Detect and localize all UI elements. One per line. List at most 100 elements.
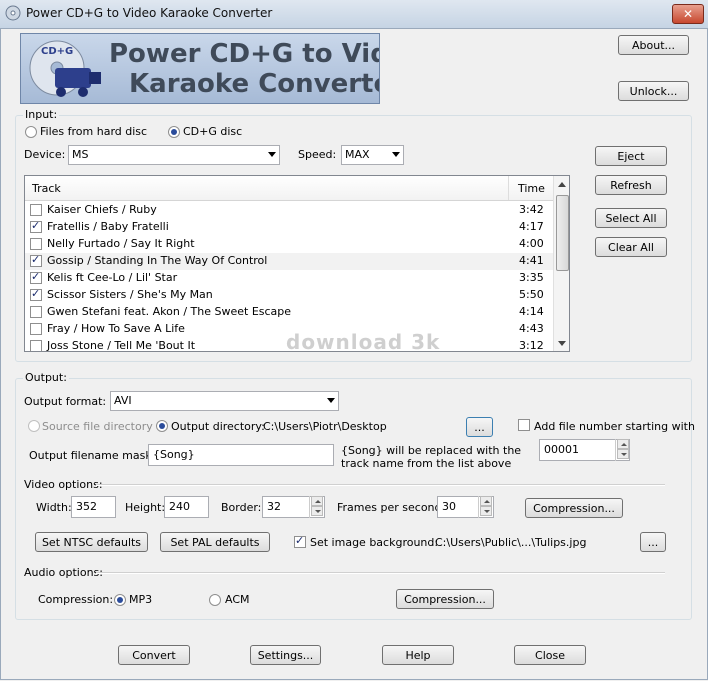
- video-compression-button[interactable]: Compression...: [525, 498, 623, 518]
- mp3-label: MP3: [129, 593, 153, 606]
- track-row[interactable]: Kelis ft Cee-Lo / Lil' Star 3:35: [25, 270, 553, 287]
- help-button[interactable]: Help: [382, 645, 454, 665]
- window-close-button[interactable]: ✕: [672, 4, 704, 24]
- pal-defaults-button[interactable]: Set PAL defaults: [160, 532, 270, 552]
- spin-up-icon[interactable]: [311, 496, 323, 506]
- convert-button[interactable]: Convert: [118, 645, 190, 665]
- fps-spinner[interactable]: [478, 496, 492, 518]
- mask-hint-line-1: {Song} will be replaced with the: [341, 444, 522, 457]
- height-field[interactable]: 240: [164, 496, 209, 518]
- ntsc-defaults-button[interactable]: Set NTSC defaults: [35, 532, 148, 552]
- mp3-radio[interactable]: [114, 594, 126, 606]
- track-row[interactable]: Gwen Stefani feat. Akon / The Sweet Esca…: [25, 304, 553, 321]
- track-name: Fratellis / Baby Fratelli: [47, 220, 169, 233]
- track-checkbox[interactable]: [30, 306, 42, 318]
- width-label: Width:: [36, 501, 72, 514]
- chevron-down-icon: [268, 152, 276, 157]
- acm-label: ACM: [225, 593, 250, 606]
- device-label: Device:: [24, 148, 66, 161]
- file-number-spinner[interactable]: [615, 439, 629, 461]
- fps-value: 30: [442, 500, 456, 513]
- browse-background-button[interactable]: ...: [640, 532, 666, 552]
- refresh-button[interactable]: Refresh: [595, 175, 667, 195]
- width-field[interactable]: 352: [71, 496, 116, 518]
- output-format-select[interactable]: AVI: [110, 391, 339, 411]
- audio-compression-label: Compression:: [38, 593, 114, 606]
- output-format-label: Output format:: [24, 395, 107, 408]
- track-row[interactable]: Nelly Furtado / Say It Right 4:00: [25, 236, 553, 253]
- scroll-thumb[interactable]: [556, 195, 569, 271]
- set-background-label: Set image background:: [310, 536, 439, 549]
- filename-mask-value: {Song}: [153, 448, 195, 461]
- clear-all-button[interactable]: Clear All: [595, 237, 667, 257]
- background-path: C:\Users\Public\...\Tulips.jpg: [435, 536, 587, 549]
- close-button[interactable]: Close: [514, 645, 586, 665]
- product-banner: CD+G Power CD+G to Video Karaoke Convert…: [20, 33, 380, 104]
- track-row[interactable]: Kaiser Chiefs / Ruby 3:42: [25, 202, 553, 219]
- eject-button[interactable]: Eject: [595, 146, 667, 166]
- track-row[interactable]: Scissor Sisters / She's My Man 5:50: [25, 287, 553, 304]
- output-dir-label: Output directory:: [171, 420, 265, 433]
- output-group-label: Output:: [23, 371, 69, 384]
- border-value: 32: [267, 500, 281, 513]
- device-select[interactable]: MS: [68, 145, 280, 165]
- track-time: 4:00: [519, 237, 544, 250]
- app-icon: [5, 5, 21, 21]
- mask-label: Output filename mask:: [29, 449, 156, 462]
- chevron-down-icon: [327, 398, 335, 403]
- select-all-button[interactable]: Select All: [595, 208, 667, 228]
- track-checkbox[interactable]: [30, 287, 42, 301]
- track-row[interactable]: Gossip / Standing In The Way Of Control 4…: [25, 253, 553, 270]
- spin-down-icon[interactable]: [617, 449, 629, 459]
- track-checkbox[interactable]: [30, 204, 42, 216]
- track-checkbox[interactable]: [30, 238, 42, 250]
- track-checkbox[interactable]: [30, 340, 42, 351]
- spin-up-icon[interactable]: [480, 496, 492, 506]
- scroll-down-icon[interactable]: [558, 341, 566, 346]
- track-name: Kelis ft Cee-Lo / Lil' Star: [47, 271, 178, 284]
- scroll-up-icon[interactable]: [558, 182, 566, 187]
- title-bar: Power CD+G to Video Karaoke Converter ✕: [0, 0, 708, 29]
- track-name: Scissor Sisters / She's My Man: [47, 288, 213, 301]
- border-label: Border:: [221, 501, 262, 514]
- track-list[interactable]: Track Time Kaiser Chiefs / Ruby 3:42 Frate…: [24, 175, 570, 352]
- track-time: 3:42: [519, 203, 544, 216]
- acm-radio[interactable]: [209, 594, 221, 606]
- output-dir-radio[interactable]: [156, 420, 168, 432]
- settings-button[interactable]: Settings...: [250, 645, 321, 665]
- unlock-button[interactable]: Unlock...: [618, 81, 689, 101]
- track-checkbox[interactable]: [30, 253, 42, 267]
- column-header-track[interactable]: Track: [32, 182, 61, 195]
- filename-mask-field[interactable]: {Song}: [148, 444, 334, 466]
- video-options-divider: [96, 484, 665, 486]
- track-time: 3:12: [519, 339, 544, 352]
- video-options-label: Video options:: [24, 478, 103, 491]
- track-checkbox[interactable]: [30, 270, 42, 284]
- track-checkbox[interactable]: [30, 323, 42, 335]
- speed-select[interactable]: MAX: [341, 145, 404, 165]
- output-format-value: AVI: [114, 394, 132, 407]
- column-header-time[interactable]: Time: [518, 182, 545, 195]
- about-button[interactable]: About...: [618, 35, 689, 55]
- track-name: Joss Stone / Tell Me 'Bout It: [47, 339, 196, 352]
- audio-compression-button[interactable]: Compression...: [396, 589, 494, 609]
- track-time: 4:43: [519, 322, 544, 335]
- source-cdg-radio[interactable]: [168, 126, 180, 138]
- spin-down-icon[interactable]: [311, 506, 323, 516]
- track-time: 4:17: [519, 220, 544, 233]
- fps-label: Frames per second:: [337, 501, 446, 514]
- mask-hint-line-2: track name from the list above: [341, 457, 512, 470]
- border-spinner[interactable]: [309, 496, 323, 518]
- track-time: 5:50: [519, 288, 544, 301]
- track-list-scrollbar[interactable]: [553, 176, 569, 351]
- add-file-number-checkbox[interactable]: [518, 419, 530, 431]
- browse-output-dir-button[interactable]: ...: [466, 417, 493, 437]
- source-hdd-radio[interactable]: [25, 126, 37, 138]
- source-dir-radio[interactable]: [28, 420, 40, 432]
- spin-down-icon[interactable]: [480, 506, 492, 516]
- spin-up-icon[interactable]: [617, 439, 629, 449]
- set-background-checkbox[interactable]: [294, 534, 306, 548]
- track-time: 4:14: [519, 305, 544, 318]
- track-checkbox[interactable]: [30, 219, 42, 233]
- track-row[interactable]: Fratellis / Baby Fratelli 4:17: [25, 219, 553, 236]
